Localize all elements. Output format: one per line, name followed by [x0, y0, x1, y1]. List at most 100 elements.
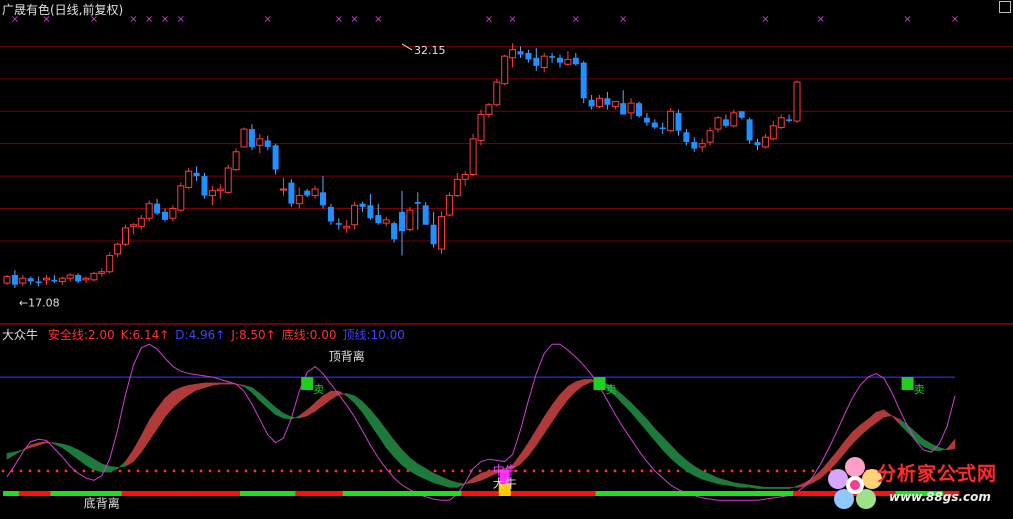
status-bar-segment: [524, 491, 533, 496]
safe-line-dot: [118, 469, 122, 473]
kd-ribbon-segment: [401, 449, 411, 472]
candle-body: [525, 52, 532, 60]
status-bar-segment: [658, 491, 668, 496]
status-bar-segment: [240, 491, 249, 496]
candle-body: [304, 190, 311, 196]
candle: [651, 119, 658, 130]
candle-body: [445, 195, 453, 216]
kd-ribbon-segment: [449, 479, 458, 488]
candle-body: [193, 172, 200, 177]
status-bar-segment: [437, 491, 446, 496]
safe-line-dot: [163, 469, 167, 473]
kd-ribbon-segment: [109, 465, 118, 473]
candle: [399, 190, 405, 256]
status-bar-segment: [192, 491, 202, 496]
kd-ribbon-segment: [575, 379, 585, 392]
signal-x-marker: ×: [161, 14, 169, 25]
kd-ribbon-segment: [141, 420, 150, 454]
kd-ribbon-segment: [338, 390, 348, 397]
kd-ribbon-segment: [472, 472, 482, 484]
logo-brand-text: 分析家公式网: [877, 463, 998, 485]
signal-x-marker: ×: [817, 14, 825, 25]
candle-body: [572, 57, 579, 65]
status-bar-segment: [413, 491, 423, 496]
kd-ribbon-segment: [733, 482, 743, 488]
kd-ribbon-segment: [409, 457, 419, 477]
kd-ribbon-segment: [749, 484, 758, 489]
kd-ribbon-segment: [875, 409, 885, 424]
candle-body: [19, 277, 27, 284]
signal-x-marker: ×: [951, 14, 959, 25]
candle: [98, 268, 106, 277]
kd-ribbon-segment: [535, 415, 545, 447]
candle-body: [667, 110, 675, 132]
candle-body: [264, 140, 271, 147]
status-bar-segment: [563, 491, 573, 496]
safe-line-dot: [451, 469, 455, 473]
kd-ribbon-segment: [551, 393, 561, 423]
window-restore-button[interactable]: [999, 1, 1011, 13]
candle: [256, 133, 264, 154]
candle: [414, 192, 421, 230]
candle-body: [406, 209, 414, 231]
status-bar-segment: [176, 491, 186, 496]
candle-body: [683, 132, 690, 143]
safe-line-dot: [541, 469, 545, 473]
candle-body: [793, 81, 801, 122]
kd-ribbon-segment: [543, 404, 553, 435]
candle: [295, 187, 303, 209]
safe-line-dot: [172, 469, 176, 473]
kd-ribbon-segment: [567, 381, 577, 401]
status-bar-segment: [200, 491, 209, 496]
candle-body: [145, 203, 153, 219]
status-bar-segment: [461, 491, 470, 496]
candle-body: [754, 142, 761, 146]
candle-body: [216, 188, 224, 192]
price-annotations: 32.15 ←17.08: [19, 43, 446, 309]
safe-line-dot: [595, 469, 599, 473]
kd-ribbon-segment: [765, 487, 774, 489]
top-markers: × × × × × × × × × × × × × × × × × × ×: [11, 14, 959, 25]
candle-body: [501, 55, 509, 85]
candle-body: [517, 51, 524, 55]
status-bar-segment: [161, 491, 170, 496]
candle: [777, 114, 785, 130]
candle-body: [549, 56, 556, 58]
low-label: ←17.08: [19, 296, 60, 309]
safe-line-dot: [649, 469, 653, 473]
kd-ribbon-segment: [899, 418, 908, 433]
safe-line-dot: [280, 469, 284, 473]
status-bar-segment: [319, 491, 328, 496]
candle: [422, 202, 429, 225]
safe-line-dot: [478, 469, 482, 473]
candle-body: [27, 278, 34, 282]
status-bar-segment: [382, 491, 391, 496]
kd-ribbon-segment: [385, 428, 395, 458]
sell-marker-label: 卖: [606, 383, 617, 396]
kd-ribbon-segment: [275, 406, 284, 419]
kd-ribbon-segment: [362, 400, 371, 425]
status-bar-segment: [714, 491, 723, 496]
candle-body: [469, 138, 477, 175]
candle: [3, 274, 11, 285]
status-bar-segment: [255, 491, 265, 496]
candle-body: [311, 188, 319, 197]
sell-marker-box: [593, 377, 606, 391]
candle: [382, 216, 390, 227]
candle: [691, 137, 698, 152]
kd-ribbon-segment: [30, 442, 39, 448]
indicator-label: 顶背离: [329, 349, 365, 364]
candle: [730, 109, 738, 128]
safe-line-dot: [811, 469, 815, 473]
candle-body: [675, 112, 682, 131]
signal-x-marker: ×: [572, 14, 580, 25]
status-bar-segment: [690, 491, 699, 496]
indicator-param: 顶线:10.00: [342, 328, 405, 342]
candle: [343, 219, 351, 233]
status-bar-segment: [366, 491, 375, 496]
candle-body: [533, 57, 540, 66]
sell-marker-label: 卖: [914, 383, 925, 396]
status-bar-segment: [611, 491, 620, 496]
safe-line-dot: [784, 469, 788, 473]
status-bar-segment: [540, 491, 549, 496]
